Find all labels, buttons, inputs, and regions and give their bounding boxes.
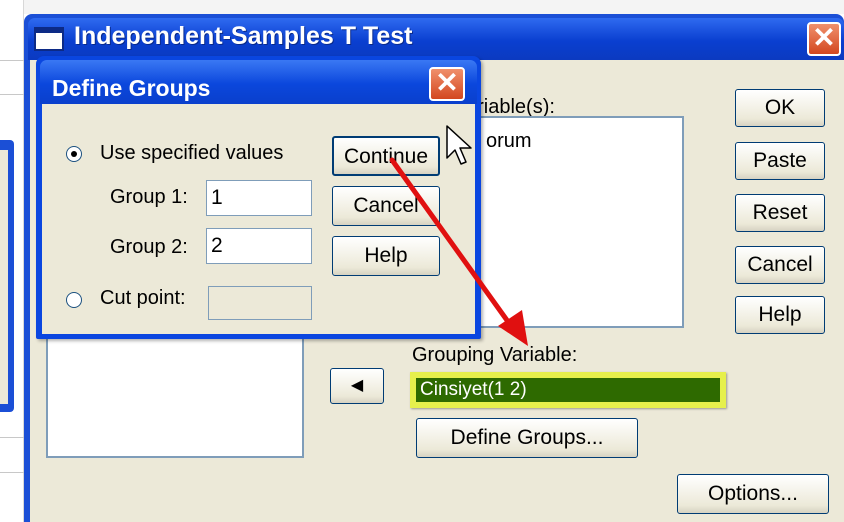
mouse-cursor-icon [446,125,472,165]
annotation-arrow [389,157,528,346]
annotation-overlay [389,125,528,346]
